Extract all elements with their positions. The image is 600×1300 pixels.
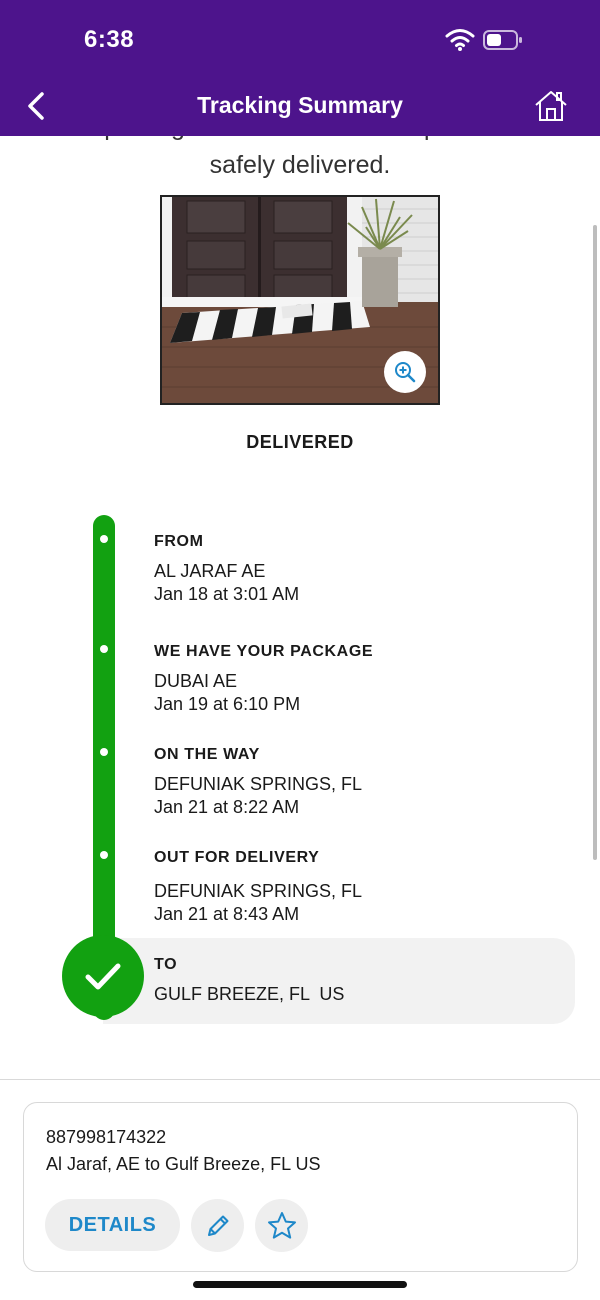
- nav-bar: 6:38 Tracking Summary: [0, 0, 600, 136]
- delivery-photo[interactable]: [160, 195, 440, 405]
- step-heading: TO: [154, 956, 178, 973]
- timeline-dot: [100, 851, 108, 859]
- zoom-in-icon: [395, 362, 416, 383]
- checkmark-icon: [85, 963, 121, 990]
- wifi-icon: [445, 29, 475, 51]
- status-time: 6:38: [84, 26, 135, 53]
- step-heading: ON THE WAY: [154, 746, 260, 763]
- step-location: GULF BREEZE, FL US: [154, 984, 345, 1004]
- step-heading: FROM: [154, 533, 204, 550]
- details-button[interactable]: DETAILS: [45, 1199, 180, 1251]
- step-time: Jan 21 at 8:43 AM: [154, 904, 300, 924]
- battery-icon: [483, 30, 522, 50]
- favorite-button[interactable]: [255, 1199, 308, 1252]
- tracking-summary-screen: Your package was released as requested a…: [0, 0, 600, 1300]
- edit-button[interactable]: [191, 1199, 244, 1252]
- shipment-route: Al Jaraf, AE to Gulf Breeze, FL US: [46, 1154, 321, 1174]
- timeline-step-from: FROM AL JARAF AE Jan 18 at 3:01 AM: [154, 533, 574, 606]
- delivered-check: [62, 935, 144, 1017]
- step-time: Jan 19 at 6:10 PM: [154, 694, 301, 714]
- step-time: Jan 18 at 3:01 AM: [154, 584, 300, 604]
- home-icon: [535, 91, 567, 121]
- page-title: Tracking Summary: [197, 92, 403, 118]
- timeline-dot: [100, 535, 108, 543]
- pencil-icon: [207, 1215, 228, 1236]
- divider: [0, 1079, 600, 1080]
- home-button[interactable]: [533, 88, 569, 124]
- step-heading: OUT FOR DELIVERY: [154, 849, 320, 866]
- home-indicator: [193, 1281, 407, 1288]
- timeline-step-out-for-delivery: OUT FOR DELIVERY DEFUNIAK SPRINGS, FL Ja…: [154, 849, 574, 926]
- step-location: DEFUNIAK SPRINGS, FL: [154, 774, 363, 794]
- step-location: DEFUNIAK SPRINGS, FL: [154, 881, 363, 901]
- shipment-card[interactable]: 887998174322 Al Jaraf, AE to Gulf Breeze…: [23, 1102, 578, 1272]
- delivery-status: DELIVERED: [246, 432, 354, 452]
- step-location: DUBAI AE: [154, 671, 238, 691]
- timeline-dot: [100, 748, 108, 756]
- step-time: Jan 21 at 8:22 AM: [154, 797, 300, 817]
- step-location: AL JARAF AE: [154, 561, 266, 581]
- step-heading: WE HAVE YOUR PACKAGE: [154, 643, 374, 660]
- star-icon: [267, 1211, 296, 1239]
- scrollbar[interactable]: [593, 225, 597, 860]
- timeline-step-picked-up: WE HAVE YOUR PACKAGE DUBAI AE Jan 19 at …: [154, 643, 574, 716]
- timeline-dot: [100, 645, 108, 653]
- delivery-message-line2: safely delivered.: [209, 151, 391, 179]
- zoom-button[interactable]: [384, 351, 426, 393]
- timeline-step-on-the-way: ON THE WAY DEFUNIAK SPRINGS, FL Jan 21 a…: [154, 746, 574, 819]
- timeline-step-destination: TO GULF BREEZE, FL US: [154, 956, 574, 1006]
- tracking-number: 887998174322: [46, 1127, 167, 1147]
